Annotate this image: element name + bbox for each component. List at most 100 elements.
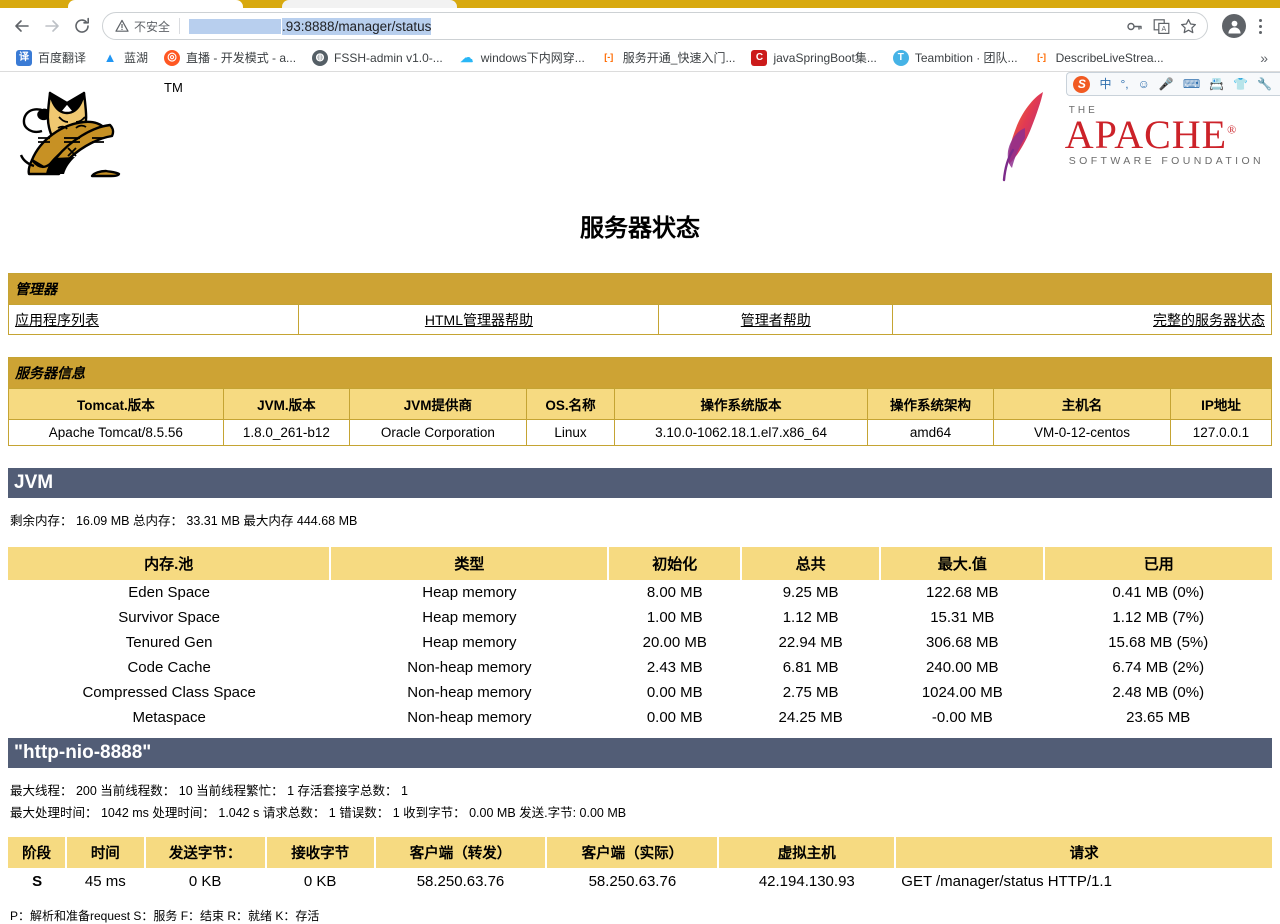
registered-mark: ® bbox=[1227, 122, 1238, 137]
bookmark-item[interactable]: [-] 服务开通_快速入门... bbox=[593, 46, 744, 70]
link-manager-help[interactable]: 管理者帮助 bbox=[741, 312, 811, 328]
cell-pool-total: 9.25 MB bbox=[741, 580, 881, 606]
cell-time: 45 ms bbox=[84, 873, 126, 891]
ime-keyboard-icon[interactable]: ⌨ bbox=[1183, 78, 1200, 90]
forward-arrow-icon[interactable] bbox=[38, 12, 66, 40]
col-header-bytes-received: 接收字节 bbox=[265, 837, 376, 869]
server-info-header-row: Tomcat.版本 JVM.版本 JVM提供商 OS.名称 操作系统版本 操作系… bbox=[8, 388, 1273, 420]
memory-pool-row: Code Cache Non-heap memory 2.43 MB 6.81 … bbox=[8, 655, 1272, 681]
bookmark-label: 蓝湖 bbox=[124, 51, 149, 65]
col-header-jvm-version: JVM.版本 bbox=[222, 388, 351, 420]
cell-pool-name: Compressed Class Space bbox=[8, 680, 331, 706]
request-header-row: 阶段 时间 发送字节： 接收字节 客户端（转发） 客户端（实际） 虚拟主机 请求 bbox=[8, 837, 1272, 869]
col-header-initial: 初始化 bbox=[608, 547, 743, 581]
cell-pool-used: 23.65 MB bbox=[1044, 705, 1272, 731]
bookmark-item[interactable]: T Teambition · 团队... bbox=[885, 46, 1026, 70]
memory-pool-header-row: 内存.池 类型 初始化 总共 最大.值 已用 bbox=[8, 547, 1272, 581]
bookmark-favicon-icon: C bbox=[751, 49, 768, 66]
col-header-request: 请求 bbox=[895, 837, 1272, 869]
translate-icon[interactable]: A bbox=[1153, 18, 1170, 35]
cell-pool-used: 0.41 MB (0%) bbox=[1044, 580, 1272, 606]
url-text[interactable]: .93:8888/manager/status bbox=[189, 17, 432, 35]
memory-pool-row: Metaspace Non-heap memory 0.00 MB 24.25 … bbox=[8, 705, 1272, 731]
bookmark-favicon-icon: [-] bbox=[1033, 49, 1050, 66]
col-header-total: 总共 bbox=[741, 547, 882, 581]
profile-avatar[interactable] bbox=[1222, 14, 1246, 38]
cell-pool-type: Heap memory bbox=[330, 580, 609, 606]
value-hostname: VM-0-12-centos bbox=[993, 419, 1171, 446]
manager-section-header: 管理器 bbox=[8, 273, 1272, 305]
bookmarks-overflow-button[interactable]: » bbox=[1260, 50, 1272, 66]
tomcat-cat-icon bbox=[19, 91, 121, 178]
kebab-dot bbox=[1258, 24, 1262, 28]
cell-pool-init: 0.00 MB bbox=[608, 680, 742, 706]
browser-tab-active[interactable] bbox=[68, 0, 243, 8]
cell-pool-init: 2.43 MB bbox=[608, 655, 742, 681]
cell-pool-total: 1.12 MB bbox=[741, 605, 881, 631]
ime-card-icon[interactable]: 📇 bbox=[1209, 78, 1224, 90]
bookmark-label: DescribeLiveStrea... bbox=[1055, 50, 1164, 65]
memory-pool-row: Compressed Class Space Non-heap memory 0… bbox=[8, 680, 1272, 706]
value-tomcat-version: Apache Tomcat/8.5.56 bbox=[8, 419, 224, 446]
ime-settings-icon[interactable]: 🔧 bbox=[1257, 78, 1272, 90]
bookmark-item[interactable]: 译 百度翻译 bbox=[8, 46, 94, 70]
browser-tab-inactive[interactable] bbox=[282, 0, 457, 8]
col-header-client-forwarded: 客户端（转发） bbox=[374, 837, 548, 869]
manager-table: 管理器 应用程序列表 HTML管理器帮助 管理者帮助 完整的服务器状态 bbox=[7, 273, 1272, 335]
bookmark-label: FSSH-admin v1.0-... bbox=[334, 50, 443, 65]
link-application-list[interactable]: 应用程序列表 bbox=[15, 312, 99, 328]
cell-virtual-host: 42.194.130.93 bbox=[758, 873, 855, 891]
ime-emoji-icon[interactable]: ☺ bbox=[1138, 78, 1150, 90]
cell-pool-type: Non-heap memory bbox=[330, 655, 609, 681]
link-complete-server-status[interactable]: 完整的服务器状态 bbox=[1153, 312, 1265, 328]
col-header-used: 已用 bbox=[1044, 547, 1272, 581]
ime-voice-icon[interactable]: 🎤 bbox=[1159, 78, 1174, 90]
bookmark-label: javaSpringBoot集... bbox=[773, 51, 877, 65]
col-header-os-version: 操作系统版本 bbox=[614, 388, 868, 420]
bookmark-item[interactable]: ☁ windows下内网穿... bbox=[451, 46, 593, 70]
bookmark-item[interactable]: [-] DescribeLiveStrea... bbox=[1026, 46, 1172, 70]
star-icon[interactable] bbox=[1180, 18, 1197, 35]
manager-section-title: 管理器 bbox=[8, 273, 1272, 305]
omnibox-divider bbox=[179, 18, 181, 34]
jvm-memory-summary: 剩余内存： 16.09 MB 总内存： 33.31 MB 最大内存 444.68… bbox=[10, 514, 358, 528]
key-icon[interactable] bbox=[1126, 18, 1143, 35]
request-table: 阶段 时间 发送字节： 接收字节 客户端（转发） 客户端（实际） 虚拟主机 请求… bbox=[8, 837, 1272, 895]
cell-pool-type: Non-heap memory bbox=[330, 705, 609, 731]
value-ip-address: 127.0.0.1 bbox=[1169, 419, 1273, 446]
cell-bytes-received: 0 KB bbox=[303, 873, 337, 891]
cell-client-forwarded: 58.250.63.76 bbox=[416, 873, 505, 891]
ime-chinese-mode-icon[interactable]: 中 bbox=[1099, 78, 1111, 90]
back-arrow-icon[interactable] bbox=[8, 12, 36, 40]
value-os-version: 3.10.0-1062.18.1.el7.x86_64 bbox=[614, 419, 868, 446]
bookmark-item[interactable]: ◎ 直播 - 开发模式 - a... bbox=[156, 46, 304, 70]
ime-punctuation-icon[interactable]: °, bbox=[1120, 78, 1128, 90]
link-html-manager-help[interactable]: HTML管理器帮助 bbox=[425, 312, 533, 328]
cell-pool-total: 2.75 MB bbox=[741, 680, 881, 706]
cell-pool-type: Heap memory bbox=[330, 630, 609, 656]
connector-section-title: "http-nio-8888" bbox=[14, 742, 152, 764]
cell-pool-name: Code Cache bbox=[8, 655, 331, 681]
memory-pool-row: Tenured Gen Heap memory 20.00 MB 22.94 M… bbox=[8, 630, 1272, 656]
browser-menu-icon[interactable] bbox=[1248, 12, 1272, 40]
address-bar[interactable]: 不安全 .93:8888/manager/status A bbox=[102, 12, 1208, 40]
manager-link-cell: 完整的服务器状态 bbox=[892, 304, 1272, 335]
reload-icon[interactable] bbox=[68, 12, 96, 40]
ime-skin-icon[interactable]: 👕 bbox=[1233, 78, 1248, 90]
cell-pool-init: 1.00 MB bbox=[608, 605, 742, 631]
cell-pool-max: 1024.00 MB bbox=[880, 680, 1045, 706]
col-header-client-actual: 客户端（实际） bbox=[546, 837, 720, 869]
jvm-memory-pool-table: 内存.池 类型 初始化 总共 最大.值 已用 Eden Space Heap m… bbox=[8, 547, 1272, 731]
sogou-logo-icon[interactable]: S bbox=[1073, 75, 1091, 93]
cell-pool-max: 240.00 MB bbox=[880, 655, 1045, 681]
col-header-time: 时间 bbox=[66, 837, 146, 869]
bookmark-item[interactable]: ▲ 蓝湖 bbox=[94, 46, 156, 70]
manager-link-cell: 应用程序列表 bbox=[7, 304, 300, 335]
connector-section-header: "http-nio-8888" bbox=[8, 738, 1272, 769]
bookmark-item[interactable]: ◍ FSSH-admin v1.0-... bbox=[304, 46, 451, 70]
security-warning[interactable]: 不安全 bbox=[115, 18, 170, 35]
server-info-value-row: Apache Tomcat/8.5.56 1.8.0_261-b12 Oracl… bbox=[8, 419, 1273, 446]
stage-legend: P：解析和准备request S：服务 F：结束 R：就绪 K：存活 bbox=[10, 909, 320, 924]
cell-pool-total: 22.94 MB bbox=[741, 630, 881, 656]
bookmark-item[interactable]: C javaSpringBoot集... bbox=[743, 46, 884, 70]
